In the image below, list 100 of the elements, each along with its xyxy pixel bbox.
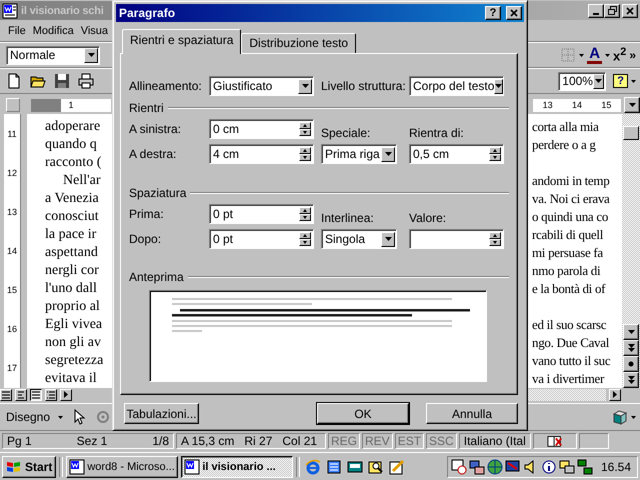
dialog-button[interactable]: Annulla — [426, 403, 518, 424]
document-text: Nell'ar — [62, 173, 101, 189]
minimize-icon — [593, 12, 599, 14]
network-icon[interactable] — [576, 458, 593, 474]
outline-level-dropdown[interactable]: Corpo del testo — [409, 76, 504, 96]
position-text: A 15,3 cm — [181, 434, 234, 448]
caret-icon[interactable] — [605, 54, 610, 56]
down-arrow-icon — [628, 103, 636, 107]
caret-icon[interactable] — [631, 80, 636, 82]
tab[interactable]: Distribuzione testo — [241, 33, 356, 53]
scroll-up-button[interactable] — [624, 97, 640, 113]
previous-page-button[interactable] — [623, 340, 639, 356]
new-document-icon[interactable] — [6, 73, 22, 89]
desktop-icon[interactable] — [347, 458, 364, 474]
horizontal-scrollbar[interactable] — [526, 388, 606, 400]
superscript-button[interactable]: x$^{2}$ — [613, 46, 626, 64]
page-number: Pg 1 — [7, 434, 32, 448]
channels-icon[interactable] — [326, 458, 342, 474]
document-text: perdere o a g — [532, 137, 597, 153]
caret-icon[interactable] — [631, 416, 636, 418]
document-text: proprio al — [45, 299, 100, 315]
down-arrow-icon — [595, 79, 602, 83]
next-page-button[interactable] — [623, 372, 639, 388]
dialog-button[interactable]: OK — [317, 403, 409, 424]
space-after-field[interactable]: 0 pt — [209, 229, 314, 249]
restore-button[interactable] — [604, 4, 620, 18]
monitor-icon[interactable] — [504, 458, 521, 474]
computers-icon[interactable] — [558, 458, 575, 474]
cube-icon[interactable] — [612, 409, 628, 425]
close-button[interactable] — [622, 4, 638, 18]
outline-view-button[interactable] — [45, 388, 57, 400]
ruler-number: 11 — [7, 128, 17, 139]
style-dropdown[interactable]: Normale — [6, 46, 100, 64]
line-spacing-dropdown[interactable]: Singola — [321, 229, 397, 249]
menu-item[interactable]: Visua — [80, 25, 108, 37]
group-title: Rientri — [129, 101, 164, 115]
document-text: mi persuase fa — [532, 245, 604, 261]
ruler-number: 16 — [6, 324, 17, 334]
help-button[interactable]: ? — [613, 74, 628, 88]
scroll-right-button[interactable] — [609, 388, 621, 400]
document-text: nmo parola di — [532, 263, 602, 279]
font-color-button[interactable]: A — [587, 46, 602, 64]
windows-flag-icon — [6, 460, 22, 474]
more-buttons[interactable]: » — [629, 48, 636, 62]
document-text: nergli cor — [45, 263, 99, 279]
right-arrow-icon — [613, 391, 617, 398]
restore-icon — [608, 6, 616, 15]
special-indent-dropdown[interactable]: Prima riga — [321, 144, 397, 164]
document-text: va. Noi ci erava — [532, 191, 610, 207]
drawing-menu[interactable]: Disegno — [6, 410, 50, 424]
down-arrow-icon — [88, 53, 94, 57]
globe-icon[interactable] — [486, 458, 503, 474]
network-icon[interactable] — [468, 458, 485, 474]
scroll-down-button[interactable] — [623, 324, 639, 340]
ruler-number: 17 — [6, 363, 17, 374]
save-icon[interactable] — [54, 73, 70, 89]
menu-item[interactable]: Modifica — [32, 25, 74, 37]
minimize-button[interactable] — [588, 4, 604, 18]
browse-object-button[interactable] — [623, 356, 639, 372]
browser-icon[interactable] — [305, 458, 322, 474]
help-button[interactable]: ? — [485, 6, 501, 20]
close-icon — [510, 9, 518, 17]
scroll-left-button[interactable] — [60, 388, 72, 400]
caret-icon[interactable] — [579, 54, 584, 56]
pencil-icon[interactable] — [389, 458, 406, 474]
tab-selector[interactable] — [6, 98, 20, 112]
taskbar-button[interactable]: word8 - Microso... — [66, 456, 178, 478]
close-button[interactable] — [506, 6, 522, 20]
scrollbar[interactable] — [622, 114, 640, 388]
web-view-button[interactable] — [15, 388, 27, 400]
start-button[interactable]: Start — [2, 456, 56, 478]
right-indent-field[interactable]: 4 cm — [209, 144, 314, 164]
column-number: Col 21 — [282, 434, 318, 448]
menu-item[interactable]: File — [8, 25, 26, 37]
taskbar-button[interactable]: il visionario ... — [181, 456, 294, 478]
scroll-thumb[interactable] — [623, 126, 639, 140]
alignment-dropdown[interactable]: Giustificato — [209, 76, 314, 96]
search-icon[interactable] — [368, 458, 384, 474]
caret-icon[interactable] — [58, 416, 64, 418]
info-icon[interactable] — [540, 458, 557, 474]
field-label: Rientra di: — [409, 126, 465, 140]
scheduler-icon[interactable] — [450, 458, 467, 474]
zoom-dropdown[interactable]: 100% — [558, 72, 606, 90]
ruler-number: 15 — [6, 285, 17, 296]
normal-view-button[interactable] — [0, 388, 12, 400]
left-indent-field[interactable]: 0 cm — [209, 119, 314, 139]
indent-by-field[interactable]: 0,5 cm — [409, 144, 504, 164]
clock: 16.54 — [600, 460, 631, 474]
dialog-button[interactable]: Tabulazioni... — [124, 403, 199, 424]
space-before-field[interactable]: 0 pt — [209, 204, 314, 224]
tab[interactable]: Rientri e spaziatura — [122, 29, 242, 54]
close-icon — [626, 6, 634, 14]
page-view-button[interactable] — [30, 388, 42, 400]
lines-icon — [2, 390, 10, 398]
status-panel — [578, 433, 609, 449]
print-icon[interactable] — [78, 73, 94, 89]
line-spacing-value-field[interactable] — [409, 229, 504, 249]
ruler-number: 13 — [6, 206, 17, 217]
document-text: o quindi una co — [532, 209, 610, 225]
document-text: conosciut — [45, 209, 99, 225]
